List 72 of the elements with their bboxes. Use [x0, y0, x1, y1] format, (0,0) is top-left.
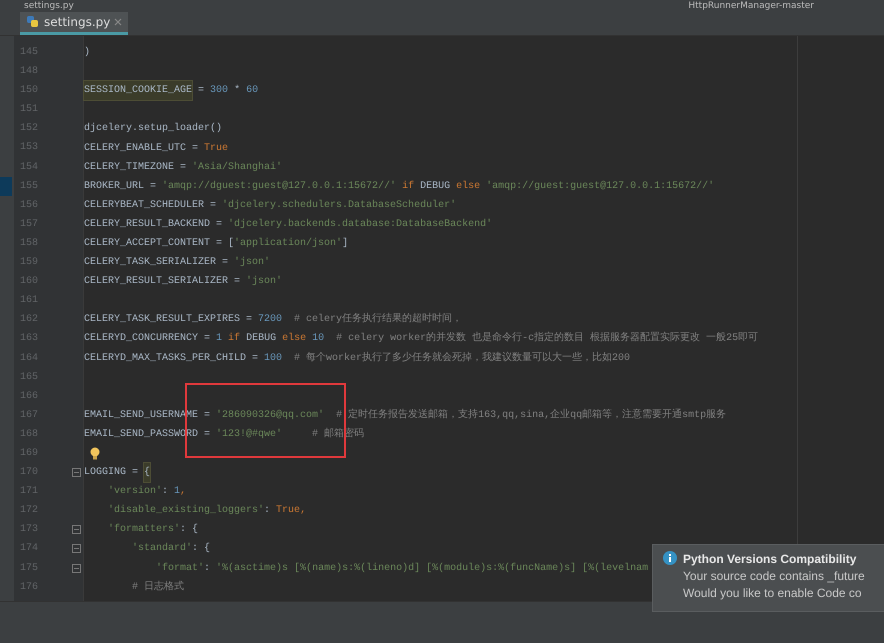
string-literal: 'application/json': [234, 236, 342, 251]
highlighted-code: {: [144, 463, 150, 482]
code-text: ): [84, 46, 90, 60]
notification-title: Python Versions Compatibility: [683, 551, 858, 568]
code-text: CELERY_TASK_SERIALIZER =: [84, 256, 230, 270]
string-literal: 'json': [246, 274, 282, 290]
string-literal: '286090326@qq.com': [216, 408, 324, 423]
string-literal: 'standard': [131, 542, 192, 556]
string-literal: '%(asctime)s [%(name)s:%(lineno)d] [%(module)s:%(funcName)s] [%(levelnam: [216, 562, 648, 576]
info-icon: [663, 551, 677, 565]
code-text: djcelery.setup_loader(): [84, 122, 222, 136]
code-comment: # celery worker的并发数 也是命令行-c指定的数目 根据服务器配置实际更改 一般25即可: [335, 330, 758, 346]
notification-text: Would you like to enable Code co: [683, 585, 863, 602]
code-text: :: [162, 485, 170, 500]
code-text: : {: [192, 542, 210, 556]
keyword: True: [204, 142, 228, 156]
number-literal: 10: [311, 332, 324, 346]
code-text: =: [197, 84, 206, 98]
code-text: CELERYBEAT_SCHEDULER =: [84, 198, 218, 213]
file-tab[interactable]: settings.py: [20, 12, 128, 35]
number-literal: 300: [210, 84, 228, 98]
string-literal: 'amqp://guest:guest@127.0.0.1:15672//': [485, 180, 714, 194]
code-text: BROKER_URL =: [84, 180, 158, 194]
keyword: else: [282, 332, 306, 346]
code-text: ]: [342, 236, 348, 251]
highlighted-code: SESSION_COOKIE_AGE: [84, 81, 192, 100]
keyword: ,: [300, 504, 306, 518]
code-text: CELERY_TIMEZONE =: [84, 160, 188, 175]
code-text: CELERY_RESULT_BACKEND =: [84, 218, 224, 232]
number-literal: 7200: [258, 313, 282, 328]
code-text: CELERY_RESULT_SERIALIZER =: [84, 275, 242, 290]
string-literal: 'json': [234, 256, 270, 270]
keyword: else: [456, 180, 480, 194]
code-comment: # 定时任务报告发送邮箱，支持163,qq,sina,企业qq邮箱等，注意需要开通smtp服务: [335, 408, 726, 423]
code-text: CELERY_TASK_RESULT_EXPIRES =: [84, 313, 254, 328]
code-text: :: [264, 504, 272, 518]
python-file-icon: [26, 15, 40, 29]
string-literal: 'Asia/Shanghai': [192, 160, 282, 175]
string-literal: '123!@#qwe': [216, 428, 282, 442]
code-text: DEBUG: [245, 332, 278, 346]
number-literal: 60: [246, 84, 258, 98]
number-literal: 1: [174, 485, 180, 500]
notification-text: Your source code contains _future: [683, 568, 865, 585]
code-comment: # 每个worker执行了多少任务就会死掉，我建议数量可以大一些，比如200: [293, 350, 630, 366]
code-text: DEBUG: [419, 180, 452, 194]
code-text: CELERYD_MAX_TASKS_PER_CHILD =: [84, 352, 260, 366]
string-literal: 'djcelery.backends.database:DatabaseBackend': [228, 218, 492, 232]
code-text: *: [233, 84, 242, 98]
run-configuration-dropdown[interactable]: HttpRunnerManager-master: [688, 1, 814, 11]
close-icon: [114, 18, 122, 26]
string-literal: 'version': [107, 484, 162, 500]
string-literal: 'djcelery.schedulers.DatabaseScheduler': [222, 198, 456, 213]
number-literal: 1: [216, 332, 222, 346]
string-literal: 'formatters': [107, 522, 180, 538]
number-literal: 100: [264, 352, 282, 366]
code-text: CELERYD_CONCURRENCY =: [84, 332, 212, 346]
keyword: if: [401, 180, 414, 194]
code-comment: # 日志格式: [131, 580, 184, 595]
keyword: True: [276, 504, 300, 518]
code-text: LOGGING =: [84, 466, 140, 480]
window-title: settings.py: [24, 1, 74, 11]
keyword: ,: [180, 485, 186, 500]
code-text: CELERY_ENABLE_UTC =: [84, 142, 200, 156]
code-text: : {: [180, 522, 198, 538]
string-literal: 'amqp://dguest:guest@127.0.0.1:15672//': [162, 180, 396, 194]
tab-label: settings.py: [44, 14, 110, 31]
string-literal: 'format': [155, 562, 204, 576]
string-literal: 'disable_existing_loggers': [107, 504, 264, 518]
code-comment: # celery任务执行结果的超时时间，: [293, 312, 462, 328]
keyword: if: [227, 332, 240, 346]
code-text: :: [204, 562, 212, 576]
code-text: CELERY_ACCEPT_CONTENT = [: [84, 236, 234, 251]
